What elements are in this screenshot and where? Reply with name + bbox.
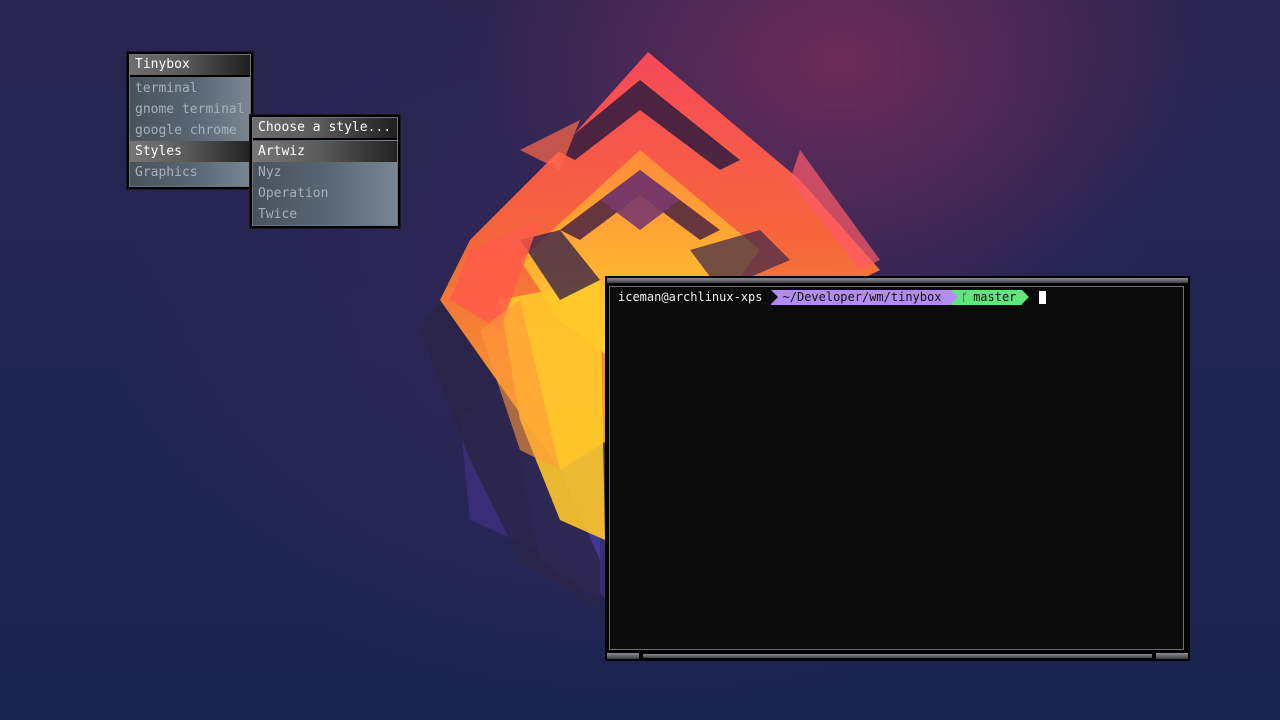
text-cursor [1039, 290, 1047, 304]
terminal-window[interactable]: iceman@archlinux-xps ~/Developer/wm/tiny… [605, 276, 1190, 661]
styles-submenu-items: Artwiz Nyz Operation Twice [253, 140, 397, 225]
root-menu-title: Tinybox [130, 55, 250, 77]
shell-prompt: iceman@archlinux-xps ~/Developer/wm/tiny… [616, 289, 1047, 305]
menu-item-gnome-terminal[interactable]: gnome terminal [130, 99, 250, 120]
powerline-separator-icon [770, 289, 778, 304]
style-item-nyz[interactable]: Nyz [253, 162, 397, 183]
style-item-operation[interactable]: Operation [253, 183, 397, 204]
window-titlebar[interactable] [607, 278, 1188, 283]
powerline-separator-icon [951, 289, 959, 304]
menu-item-google-chrome[interactable]: google chrome [130, 120, 250, 141]
prompt-path-segment: ~/Developer/wm/tinybox [770, 289, 952, 305]
prompt-user-host: iceman@archlinux-xps [618, 289, 763, 304]
style-item-twice[interactable]: Twice [253, 204, 397, 225]
prompt-path: ~/Developer/wm/tinybox [782, 289, 942, 304]
terminal-screen[interactable]: iceman@archlinux-xps ~/Developer/wm/tiny… [609, 286, 1184, 650]
prompt-git-segment: ᚴ master [951, 289, 1023, 305]
window-handle[interactable] [643, 654, 1152, 658]
menu-item-graphics[interactable]: Graphics [130, 162, 250, 183]
root-menu: Tinybox terminal gnome terminal google c… [127, 52, 253, 189]
menu-item-terminal[interactable]: terminal [130, 78, 250, 99]
prompt-branch: master [973, 289, 1017, 304]
styles-submenu-title: Choose a style... [253, 118, 397, 140]
resize-grip-right[interactable] [1156, 653, 1188, 659]
window-handlebar [607, 653, 1188, 659]
powerline-end-icon [1022, 290, 1030, 304]
styles-submenu: Choose a style... Artwiz Nyz Operation T… [250, 115, 400, 228]
style-item-artwiz[interactable]: Artwiz [253, 141, 397, 162]
git-branch-icon: ᚴ [961, 290, 969, 304]
menu-item-styles[interactable]: Styles [130, 141, 250, 162]
resize-grip-left[interactable] [607, 653, 639, 659]
root-menu-items: terminal gnome terminal google chrome St… [130, 77, 250, 186]
